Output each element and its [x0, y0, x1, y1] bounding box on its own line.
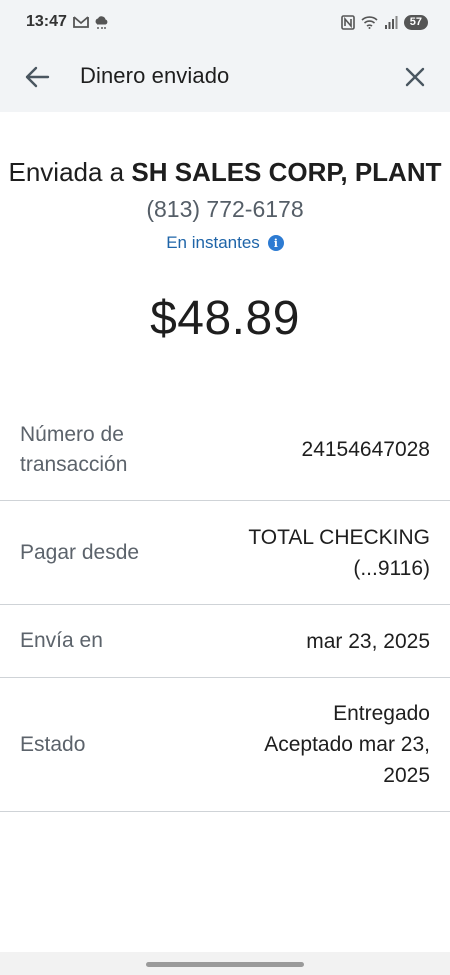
sent-on-date: mar 23, 2025: [306, 629, 430, 653]
transaction-label: Número de transacción: [20, 420, 127, 480]
weather-icon: [95, 16, 108, 29]
pay-from-account-number: (...9116): [353, 556, 430, 580]
transaction-label-line2: transacción: [20, 453, 128, 476]
battery-indicator: 57: [403, 14, 428, 30]
status-right-icons: 57: [340, 14, 428, 30]
status-label: Estado: [20, 732, 86, 756]
pay-from-label: Pagar desde: [20, 540, 140, 564]
detail-row-sent-on: Envía en mar 23, 2025: [0, 605, 450, 678]
close-button[interactable]: [400, 62, 430, 92]
recipient-line: Enviada a SH SALES CORP, PLANT: [0, 157, 450, 188]
arrow-left-icon: [25, 66, 50, 88]
delivery-speed: En instantes i: [0, 233, 450, 253]
pay-from-account: TOTAL CHECKING (...9116): [248, 522, 430, 584]
status-bar: 13:47 57: [0, 0, 450, 44]
status-delivered: Entregado: [333, 702, 430, 725]
close-icon: [405, 67, 425, 87]
home-indicator[interactable]: [146, 962, 304, 967]
transaction-label-line1: Número de: [20, 423, 124, 446]
notification-icons: [73, 14, 110, 30]
nfc-icon: [340, 14, 355, 30]
pay-from-account-name: TOTAL CHECKING: [248, 525, 430, 549]
recipient-name: SH SALES CORP, PLANT: [131, 157, 442, 187]
payment-summary: Enviada a SH SALES CORP, PLANT (813) 772…: [0, 112, 450, 346]
payment-amount: $48.89: [150, 292, 300, 345]
app-bar: Dinero enviado: [0, 44, 450, 112]
recipient-phone: (813) 772-6178: [146, 196, 304, 222]
delivery-speed-text: En instantes: [166, 233, 260, 252]
status-accepted: Aceptado mar 23,: [264, 733, 430, 756]
detail-row-pay-from: Pagar desde TOTAL CHECKING (...9116): [0, 501, 450, 605]
page-title: Dinero enviado: [80, 63, 230, 88]
detail-row-transaction: Número de transacción 24154647028: [0, 418, 450, 501]
status-accepted-year: 2025: [383, 764, 430, 787]
info-icon[interactable]: i: [267, 235, 284, 251]
gmail-icon: [73, 16, 89, 28]
sent-to-label: Enviada a: [8, 157, 125, 187]
wifi-icon: [361, 16, 378, 29]
back-button[interactable]: [22, 62, 52, 92]
transaction-number: 24154647028: [301, 438, 430, 461]
status-time: 13:47: [26, 13, 67, 30]
status-value: Entregado Aceptado mar 23, 2025: [264, 698, 430, 791]
signal-icon: [384, 15, 398, 29]
detail-row-status: Estado Entregado Aceptado mar 23, 2025: [0, 678, 450, 812]
details-list: Número de transacción 24154647028 Pagar …: [0, 418, 450, 812]
sent-on-label: Envía en: [20, 629, 103, 652]
